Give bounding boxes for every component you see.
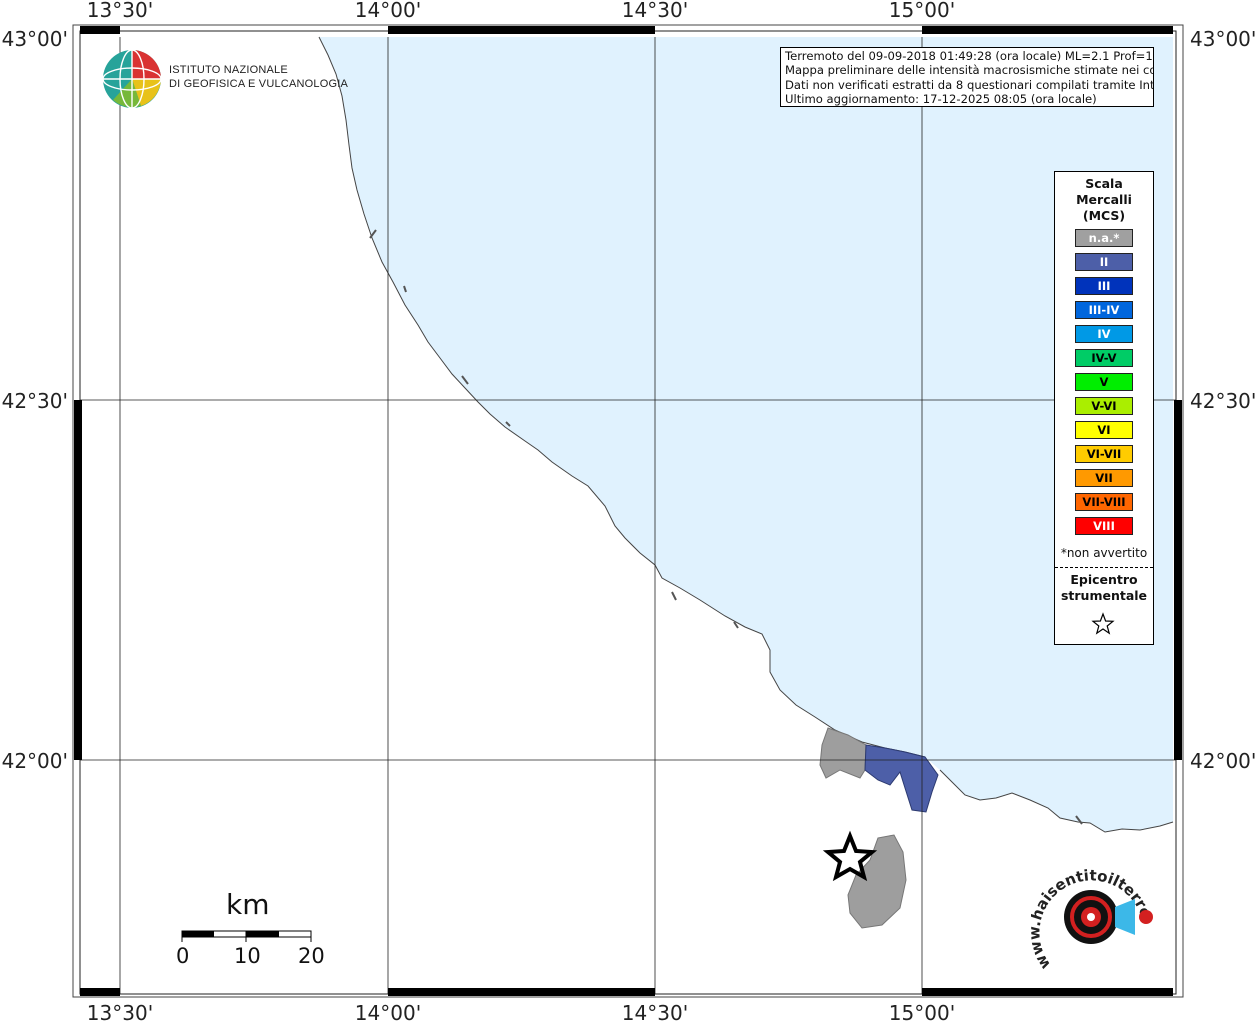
legend-item-v-vi: V-VI bbox=[1075, 397, 1133, 415]
lon-tick-top-2: 14°00' bbox=[355, 0, 421, 22]
scale-unit: km bbox=[226, 888, 270, 921]
lon-tick-bottom-4: 15°00' bbox=[889, 1001, 955, 1024]
sea-area bbox=[319, 37, 1173, 832]
ingv-name: ISTITUTO NAZIONALE DI GEOFISICA E VULCAN… bbox=[169, 63, 348, 91]
legend-item-ii: II bbox=[1075, 253, 1133, 271]
lon-tick-top-1: 13°30' bbox=[87, 0, 153, 22]
legend-item-iii-iv: III-IV bbox=[1075, 301, 1133, 319]
info-line-3: Dati non verificati estratti da 8 questi… bbox=[785, 77, 1154, 92]
lat-tick-right-1: 43°00' bbox=[1190, 27, 1256, 51]
lon-tick-bottom-3: 14°30' bbox=[622, 1001, 688, 1024]
legend-item-vi-vii: VI-VII bbox=[1075, 445, 1133, 463]
lat-tick-right-2: 42°30' bbox=[1190, 389, 1256, 413]
event-info-box: Terremoto del 09-09-2018 01:49:28 (ora l… bbox=[780, 47, 1154, 107]
lat-tick-left-1: 43°00' bbox=[2, 27, 68, 51]
org-line-2: DI GEOFISICA E VULCANOLOGIA bbox=[169, 78, 348, 90]
info-line-2: Mappa preliminare delle intensità macros… bbox=[785, 63, 1154, 78]
legend-item-na: n.a.* bbox=[1075, 229, 1133, 247]
info-line-1: Terremoto del 09-09-2018 01:49:28 (ora l… bbox=[785, 49, 1154, 63]
legend-title: Scala Mercalli (MCS) bbox=[1055, 176, 1153, 224]
scale-label-0: 0 bbox=[176, 944, 190, 968]
lon-tick-top-4: 15°00' bbox=[889, 0, 955, 22]
legend-item-vi: VI bbox=[1075, 421, 1133, 439]
legend-item-viii: VIII bbox=[1075, 517, 1133, 535]
lat-tick-left-3: 42°00' bbox=[2, 749, 68, 773]
hsit-watermark-logo: www.haisentitoilterremoto.it bbox=[1031, 855, 1155, 973]
legend-title-line-1: Scala bbox=[1085, 176, 1123, 191]
info-line-4: Ultimo aggiornamento: 17-12-2025 08:05 (… bbox=[785, 92, 1097, 107]
legend-divider bbox=[1055, 567, 1153, 568]
star-icon bbox=[1091, 612, 1115, 635]
legend-item-iv-v: IV-V bbox=[1075, 349, 1133, 367]
legend-item-iv: IV bbox=[1075, 325, 1133, 343]
lon-tick-bottom-1: 13°30' bbox=[87, 1001, 153, 1024]
scale-label-20: 20 bbox=[298, 944, 325, 968]
legend-item-vii: VII bbox=[1075, 469, 1133, 487]
legend-epicenter-line-1: Epicentro bbox=[1070, 572, 1138, 587]
legend-title-line-2: Mercalli bbox=[1076, 192, 1132, 207]
legend-item-iii: III bbox=[1075, 277, 1133, 295]
legend-epicenter-label: Epicentro strumentale bbox=[1055, 572, 1153, 604]
ingv-logo bbox=[102, 49, 162, 109]
legend-note: *non avvertito bbox=[1060, 546, 1148, 560]
scale-bar bbox=[181, 930, 312, 942]
mcs-legend: Scala Mercalli (MCS) n.a.* II III III-IV IV I… bbox=[1054, 171, 1154, 645]
legend-epicenter-line-2: strumentale bbox=[1060, 588, 1148, 603]
legend-title-line-3: (MCS) bbox=[1082, 208, 1126, 223]
org-line-1: ISTITUTO NAZIONALE bbox=[169, 64, 288, 76]
lat-tick-right-3: 42°00' bbox=[1190, 749, 1256, 773]
lat-tick-left-2: 42°30' bbox=[2, 389, 68, 413]
lon-tick-top-3: 14°30' bbox=[622, 0, 688, 22]
scale-label-10: 10 bbox=[234, 944, 261, 968]
legend-item-v: V bbox=[1075, 373, 1133, 391]
legend-item-vii-viii: VII-VIII bbox=[1075, 493, 1133, 511]
lon-tick-bottom-2: 14°00' bbox=[355, 1001, 421, 1024]
